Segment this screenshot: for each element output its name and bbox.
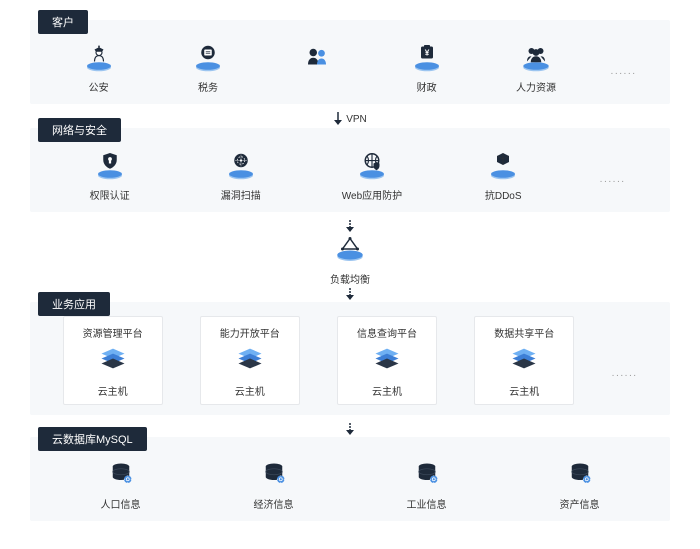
app-card-share: 数据共享平台 云主机	[474, 316, 574, 405]
app-card-resource: 资源管理平台 云主机	[63, 316, 163, 405]
item-label: Web应用防护	[342, 187, 402, 202]
tier-db: 云数据库MySQL 人口信息 经济信息 工业信息 资产信息	[30, 437, 670, 521]
card-sub: 云主机	[509, 383, 539, 398]
item-label: 经济信息	[254, 496, 294, 511]
lb-label: 负载均衡	[330, 271, 370, 286]
tax-icon	[193, 42, 223, 75]
cloud-host-icon	[370, 347, 404, 378]
db-item-population: 人口信息	[86, 459, 156, 511]
tier-network: 网络与安全 权限认证 漏洞扫描 Web应用防护 抗DDoS ······	[30, 128, 670, 212]
more-ellipsis: ······	[611, 340, 637, 381]
item-label: 财政	[417, 79, 437, 94]
cloud-host-icon	[233, 347, 267, 378]
db-item-economic: 经济信息	[239, 459, 309, 511]
network-item-auth: 权限认证	[75, 150, 145, 202]
connector-vpn: VPN	[30, 112, 670, 126]
cloud-host-icon	[507, 347, 541, 378]
waf-icon	[357, 150, 387, 183]
card-sub: 云主机	[235, 383, 265, 398]
tier-label-customer: 客户	[38, 10, 88, 34]
item-label: 人力资源	[516, 79, 556, 94]
item-label: 公安	[89, 79, 109, 94]
ddos-icon	[488, 150, 518, 183]
customer-item-finance: ¥ 财政	[392, 42, 462, 94]
card-sub: 云主机	[98, 383, 128, 398]
app-card-query: 信息查询平台 云主机	[337, 316, 437, 405]
tier-app: 业务应用 资源管理平台 云主机 能力开放平台 云主机 信息查询平台 云主机 数据…	[30, 302, 670, 415]
db-item-industrial: 工业信息	[392, 459, 462, 511]
network-item-ddos: 抗DDoS	[468, 150, 538, 202]
item-label: 工业信息	[407, 496, 447, 511]
customer-item-blank	[282, 42, 352, 79]
tier-label-network: 网络与安全	[38, 118, 121, 142]
arrow-down-icon	[345, 423, 355, 435]
app-row: 资源管理平台 云主机 能力开放平台 云主机 信息查询平台 云主机 数据共享平台	[44, 310, 656, 405]
load-balancer: 负载均衡	[310, 234, 390, 286]
customer-item-police: 公安	[64, 42, 134, 94]
database-icon	[412, 459, 442, 492]
database-icon	[106, 459, 136, 492]
item-label: 税务	[198, 79, 218, 94]
db-item-asset: 资产信息	[545, 459, 615, 511]
item-label: 资产信息	[560, 496, 600, 511]
arrow-down-icon	[333, 112, 343, 126]
item-label: 抗DDoS	[485, 187, 522, 202]
item-label: 人口信息	[101, 496, 141, 511]
network-row: 权限认证 漏洞扫描 Web应用防护 抗DDoS ······	[44, 136, 656, 202]
connector-1	[30, 220, 670, 232]
svg-text:¥: ¥	[424, 49, 429, 58]
item-label: 漏洞扫描	[221, 187, 261, 202]
database-icon	[565, 459, 595, 492]
load-balancer-icon	[335, 234, 365, 267]
police-icon	[84, 42, 114, 75]
card-title: 信息查询平台	[357, 325, 417, 340]
network-item-waf: Web应用防护	[337, 150, 407, 202]
customer-item-tax: 税务	[173, 42, 243, 94]
item-label: 权限认证	[90, 187, 130, 202]
tier-label-app: 业务应用	[38, 292, 110, 316]
tier-label-db: 云数据库MySQL	[38, 427, 147, 451]
card-title: 资源管理平台	[83, 325, 143, 340]
shield-lock-icon	[95, 150, 125, 183]
hr-icon	[521, 42, 551, 75]
vpn-label: VPN	[346, 114, 367, 125]
arrow-down-icon	[345, 288, 355, 300]
people-icon	[302, 42, 332, 75]
more-ellipsis: ······	[599, 166, 625, 187]
customer-row: 公安 税务 ¥ 财政 人力资源 ······	[44, 28, 656, 94]
finance-icon: ¥	[412, 42, 442, 75]
db-row: 人口信息 经济信息 工业信息 资产信息	[44, 445, 656, 511]
scan-icon	[226, 150, 256, 183]
more-ellipsis: ······	[610, 58, 636, 79]
database-icon	[259, 459, 289, 492]
connector-2	[30, 288, 670, 300]
tier-customer: 客户 公安 税务 ¥ 财政	[30, 20, 670, 104]
network-item-scan: 漏洞扫描	[206, 150, 276, 202]
cloud-host-icon	[96, 347, 130, 378]
arrow-down-icon	[345, 220, 355, 232]
customer-item-hr: 人力资源	[501, 42, 571, 94]
app-card-capability: 能力开放平台 云主机	[200, 316, 300, 405]
card-sub: 云主机	[372, 383, 402, 398]
card-title: 数据共享平台	[494, 325, 554, 340]
card-title: 能力开放平台	[220, 325, 280, 340]
